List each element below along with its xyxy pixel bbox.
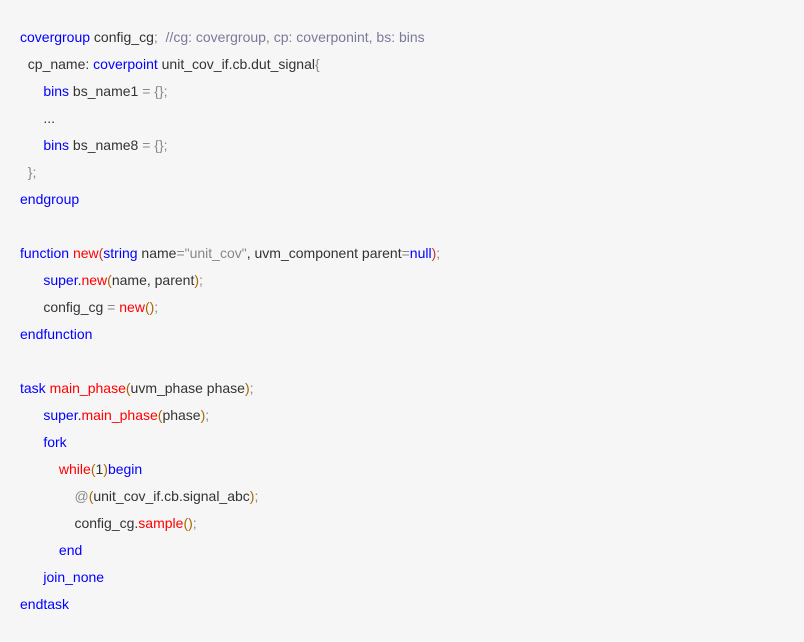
- args: name, parent: [112, 272, 195, 288]
- code-line-2: cp_name: coverpoint unit_cov_if.cb.dut_s…: [20, 51, 784, 78]
- code-line-13: [20, 348, 784, 375]
- code-line-6: };: [20, 159, 784, 186]
- keyword-begin: begin: [108, 461, 142, 477]
- code-line-19: config_cg.sample();: [20, 510, 784, 537]
- semicolon: ;: [199, 272, 203, 288]
- code-line-17: while(1)begin: [20, 456, 784, 483]
- semicolon: ;: [436, 245, 440, 261]
- param-name: name: [138, 245, 177, 261]
- space: [158, 29, 166, 45]
- keyword-super: super: [43, 272, 77, 288]
- semicolon: ;: [154, 299, 158, 315]
- method-sample: sample: [138, 515, 183, 531]
- indent: [20, 110, 43, 126]
- keyword-bins: bins: [43, 83, 69, 99]
- keyword-new: new: [81, 272, 107, 288]
- signal-path: unit_cov_if.cb.signal_abc: [93, 488, 249, 504]
- indent: [20, 434, 43, 450]
- indent: [20, 461, 59, 477]
- semicolon: ;: [250, 380, 254, 396]
- code-line-21: join_none: [20, 564, 784, 591]
- code-line-22: endtask: [20, 591, 784, 618]
- keyword-new: new: [73, 245, 99, 261]
- indent: [20, 137, 43, 153]
- ident-config-cg: config_cg: [43, 299, 107, 315]
- braces-empty: {}: [154, 83, 163, 99]
- semicolon: ;: [164, 137, 168, 153]
- args: uvm_phase phase: [131, 380, 245, 396]
- semicolon: ;: [193, 515, 197, 531]
- path: unit_cov_if.cb.dut_signal: [158, 56, 315, 72]
- indent: [20, 488, 74, 504]
- indent: [20, 569, 43, 585]
- keyword-super: super: [43, 407, 77, 423]
- equals: =: [142, 83, 154, 99]
- ellipsis: ...: [43, 110, 55, 126]
- param-parent: , uvm_component parent: [247, 245, 402, 261]
- args: phase: [162, 407, 200, 423]
- keyword-while: while: [59, 461, 91, 477]
- keyword-string: string: [103, 245, 137, 261]
- indent: [20, 164, 28, 180]
- code-line-11: config_cg = new();: [20, 294, 784, 321]
- keyword-endfunction: endfunction: [20, 326, 92, 342]
- indent: [20, 542, 59, 558]
- keyword-end: end: [59, 542, 82, 558]
- code-line-9: function new(string name="unit_cov", uvm…: [20, 240, 784, 267]
- indent: [20, 56, 28, 72]
- indent: [20, 83, 43, 99]
- semicolon: ;: [254, 488, 258, 504]
- keyword-null: null: [410, 245, 432, 261]
- indent: [20, 272, 43, 288]
- comment: //cg: covergroup, cp: coverponint, bs: b…: [166, 29, 425, 45]
- method-main-phase: main_phase: [81, 407, 157, 423]
- equals: =: [402, 245, 410, 261]
- bins-name: bs_name1: [69, 83, 142, 99]
- keyword-fork: fork: [43, 434, 66, 450]
- indent: [20, 515, 74, 531]
- keyword-new: new: [119, 299, 145, 315]
- code-line-7: endgroup: [20, 186, 784, 213]
- code-line-10: super.new(name, parent);: [20, 267, 784, 294]
- keyword-coverpoint: coverpoint: [93, 56, 158, 72]
- keyword-function: function: [20, 245, 69, 261]
- keyword-endtask: endtask: [20, 596, 69, 612]
- ident-config-cg: config_cg: [90, 29, 154, 45]
- ident-config-cg: config_cg.: [74, 515, 138, 531]
- keyword-endgroup: endgroup: [20, 191, 79, 207]
- semicolon: ;: [32, 164, 36, 180]
- keyword-task: task: [20, 380, 46, 396]
- code-line-8: [20, 213, 784, 240]
- equals: =: [142, 137, 154, 153]
- code-line-16: fork: [20, 429, 784, 456]
- method-main-phase: main_phase: [50, 380, 126, 396]
- code-line-15: super.main_phase(phase);: [20, 402, 784, 429]
- equals: =: [107, 299, 119, 315]
- code-line-20: end: [20, 537, 784, 564]
- code-line-1: covergroup config_cg; //cg: covergroup, …: [20, 24, 784, 51]
- semicolon: ;: [205, 407, 209, 423]
- cp-name: cp_name:: [28, 56, 93, 72]
- brace-open: {: [315, 56, 320, 72]
- bins-name: bs_name8: [69, 137, 142, 153]
- keyword-bins: bins: [43, 137, 69, 153]
- equals: =: [176, 245, 184, 261]
- string-literal: "unit_cov": [185, 245, 247, 261]
- code-line-5: bins bs_name8 = {};: [20, 132, 784, 159]
- semicolon: ;: [164, 83, 168, 99]
- keyword-join-none: join_none: [43, 569, 104, 585]
- code-line-14: task main_phase(uvm_phase phase);: [20, 375, 784, 402]
- code-line-3: bins bs_name1 = {};: [20, 78, 784, 105]
- code-line-12: endfunction: [20, 321, 784, 348]
- code-line-18: @(unit_cov_if.cb.signal_abc);: [20, 483, 784, 510]
- indent: [20, 299, 43, 315]
- at-symbol: @: [74, 488, 88, 504]
- code-line-4: ...: [20, 105, 784, 132]
- keyword-covergroup: covergroup: [20, 29, 90, 45]
- indent: [20, 407, 43, 423]
- code-block: covergroup config_cg; //cg: covergroup, …: [20, 24, 784, 618]
- braces-empty: {}: [154, 137, 163, 153]
